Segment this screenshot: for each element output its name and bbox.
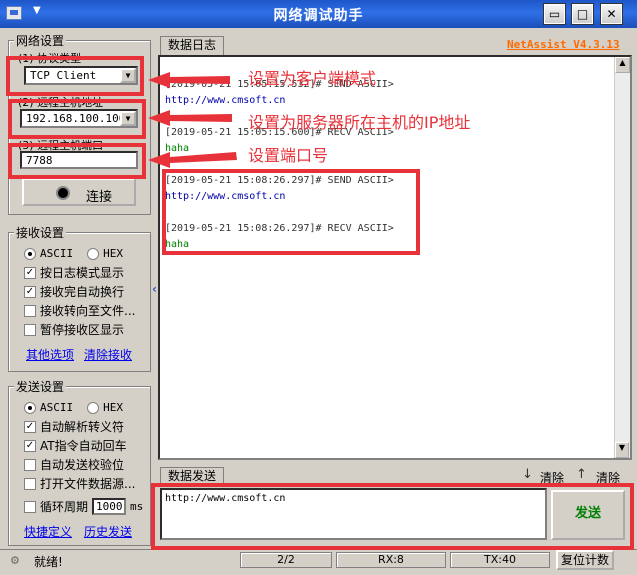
send-option[interactable]: ✓ 自动解析转义符 (24, 417, 135, 436)
receive-checkbox[interactable]: ✓ (24, 285, 36, 298)
highlight-send-area (151, 483, 634, 550)
collapse-panel-icon[interactable]: ‹ (152, 282, 157, 296)
note-port: 设置端口号 (248, 146, 329, 165)
arrow-to-protocol (148, 72, 230, 88)
other-options-link[interactable]: 其他选项 (26, 346, 74, 363)
tab-data-log[interactable]: 数据日志 (160, 36, 224, 55)
highlight-protocol (6, 56, 144, 96)
send-settings-title: 发送设置 (14, 378, 67, 395)
title-bar[interactable]: ▼ 网络调试助手 ▭ □ ✕ (0, 0, 637, 28)
highlight-port (8, 143, 146, 179)
network-settings-title: 网络设置 (14, 32, 67, 49)
send-hex-label: HEX (103, 401, 123, 414)
receive-hex-label: HEX (103, 247, 123, 260)
receive-option-label: 接收完自动换行 (40, 285, 125, 299)
send-checkbox[interactable]: ✓ (24, 439, 36, 452)
send-history-link[interactable]: 历史发送 (84, 523, 132, 540)
send-option-label: 自动发送校验位 (40, 458, 125, 472)
receive-option[interactable]: 暂停接收区显示 (24, 320, 135, 339)
loop-label: 循环周期 (40, 500, 89, 514)
receive-hex-radio[interactable] (87, 247, 100, 260)
arrow-up-icon: ↑ (576, 467, 587, 482)
arrow-to-host (148, 110, 232, 126)
highlight-log-entries (162, 169, 420, 255)
connect-label: 连接 (86, 190, 113, 205)
send-option-label: 自动解析转义符 (40, 420, 125, 434)
send-hex-radio[interactable] (87, 401, 100, 414)
loop-input[interactable]: 1000 (92, 498, 127, 515)
receive-ascii-label: ASCII (40, 247, 74, 260)
shortcut-define-link[interactable]: 快捷定义 (24, 523, 72, 540)
send-option-label: 打开文件数据源... (40, 477, 136, 491)
scroll-down-icon[interactable]: ▼ (615, 442, 629, 458)
receive-ascii-radio[interactable] (24, 247, 36, 260)
scroll-up-icon[interactable]: ▲ (615, 57, 630, 73)
send-option[interactable]: 打开文件数据源... (24, 474, 135, 493)
arrow-down-icon: ↓ (522, 467, 533, 482)
annotation-arrows (148, 72, 237, 168)
arrow-to-port (148, 152, 237, 168)
loop-checkbox[interactable] (24, 500, 36, 513)
send-option[interactable]: 自动发送校验位 (24, 455, 135, 474)
maximize-icon[interactable]: □ (571, 3, 594, 25)
loop-unit: ms (130, 500, 144, 513)
note-client-mode: 设置为客户端模式 (248, 69, 377, 88)
reset-count-button[interactable]: 复位计数 (556, 550, 614, 570)
status-icon: ⚙ (10, 554, 20, 567)
connect-status-icon (56, 186, 70, 200)
send-ascii-label: ASCII (40, 401, 74, 414)
receive-option[interactable]: ✓ 按日志模式显示 (24, 263, 135, 282)
send-ascii-radio[interactable] (24, 401, 36, 414)
status-tx: TX:40 (450, 552, 550, 568)
send-checkbox[interactable]: ✓ (24, 420, 36, 433)
close-icon[interactable]: ✕ (600, 3, 623, 25)
receive-option-label: 接收转向至文件... (40, 304, 136, 318)
receive-option-label: 暂停接收区显示 (40, 323, 125, 337)
receive-option-label: 按日志模式显示 (40, 266, 125, 280)
note-server-ip: 设置为服务器所在主机的IP地址 (248, 113, 471, 132)
status-rx: RX:8 (336, 552, 446, 568)
receive-settings-title: 接收设置 (14, 224, 67, 241)
send-checkbox[interactable] (24, 458, 36, 471)
receive-checkbox[interactable] (24, 323, 36, 336)
send-checkbox[interactable] (24, 477, 36, 490)
minimize-icon[interactable]: ▭ (543, 3, 566, 25)
receive-option[interactable]: 接收转向至文件... (24, 301, 135, 320)
log-scrollbar[interactable]: ▲ ▼ (614, 57, 630, 458)
highlight-host (8, 99, 146, 139)
version-link[interactable]: NetAssist V4.3.13 (507, 38, 620, 51)
status-ready: 就绪! (34, 555, 63, 569)
send-option[interactable]: ✓ AT指令自动回车 (24, 436, 135, 455)
receive-checkbox[interactable] (24, 304, 36, 317)
clear-receive-link[interactable]: 清除接收 (84, 346, 132, 363)
window-title: 网络调试助手 (273, 8, 364, 24)
send-option-label: AT指令自动回车 (40, 439, 127, 453)
connect-button[interactable]: 连接 (22, 178, 136, 206)
receive-option[interactable]: ✓ 接收完自动换行 (24, 282, 135, 301)
receive-checkbox[interactable]: ✓ (24, 266, 36, 279)
status-pages: 2/2 (240, 552, 332, 568)
